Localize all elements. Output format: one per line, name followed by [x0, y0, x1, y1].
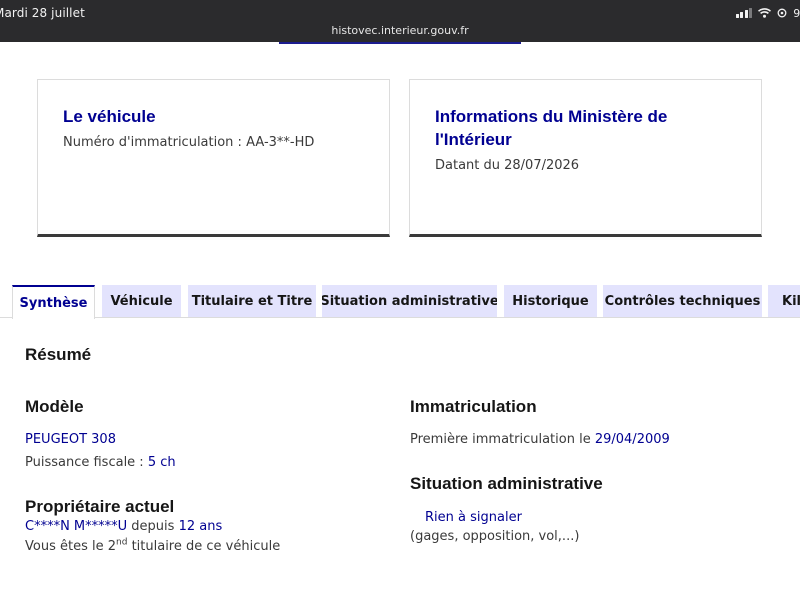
owner-rank-prefix: Vous êtes le [25, 539, 108, 554]
status-time: 9: [793, 6, 800, 20]
ministry-card-title: Informations du Ministère de l'Intérieur [435, 107, 668, 149]
first-registration: Première immatriculation le 29/04/2009 [410, 432, 670, 447]
first-registration-label: Première immatriculation le [410, 432, 595, 447]
address-bar-url[interactable]: histovec.interieur.gouv.fr [0, 24, 800, 37]
tab-controles-techniques[interactable]: Contrôles techniques [603, 285, 762, 317]
fiscal-power-value: 5 ch [147, 455, 176, 470]
owner-rank-number: 2 [107, 539, 117, 554]
tab-vehicule[interactable]: Véhicule [102, 285, 181, 317]
plate-label: Numéro d'immatriculation : [63, 135, 247, 150]
situation-details: (gages, opposition, vol,...) [410, 529, 580, 544]
tab-kilometrage[interactable]: Kilo [768, 285, 800, 317]
tab-titulaire-et-titre[interactable]: Titulaire et Titre [188, 285, 316, 317]
tab-historique[interactable]: Historique [504, 285, 597, 317]
cellular-signal-icon [735, 8, 753, 18]
vehicle-card: Le véhicule Numéro d'immatriculation : A… [37, 79, 390, 237]
model-name: PEUGEOT 308 [25, 432, 116, 447]
summary-title: Résumé [25, 345, 92, 364]
vehicle-card-title: Le véhicule [63, 107, 156, 126]
owner-rank-sup: nd [116, 537, 128, 548]
location-icon [777, 8, 787, 18]
owner-rank-suffix: titulaire de ce véhicule [127, 539, 281, 554]
status-icons: 9: [735, 6, 800, 20]
tab-situation-administrative[interactable]: Situation administrative [322, 285, 497, 317]
ministry-date: Datant du 28/07/2026 [435, 158, 580, 173]
first-registration-date: 29/04/2009 [594, 432, 670, 447]
ministry-card: Informations du Ministère de l'Intérieur… [409, 79, 762, 237]
tab-synthese[interactable]: Synthèse [12, 285, 95, 319]
plate-value: AA-3**-HD [246, 135, 315, 150]
owner-name: C****N M*****U [25, 519, 128, 534]
owner-rank: Vous êtes le 2nd titulaire de ce véhicul… [25, 537, 281, 554]
owner-heading: Propriétaire actuel [25, 497, 175, 516]
modele-heading: Modèle [25, 397, 84, 416]
situation-status: Rien à signaler [425, 510, 522, 525]
page-load-progress [279, 42, 521, 44]
situation-heading: Situation administrative [410, 474, 603, 493]
fiscal-power: Puissance fiscale : 5 ch [25, 455, 176, 470]
status-bar: Mardi 28 juillet histovec.interieur.gouv… [0, 0, 800, 42]
owner-since-value: 12 ans [178, 519, 223, 534]
fiscal-power-label: Puissance fiscale : [25, 455, 148, 470]
plate-number: Numéro d'immatriculation : AA-3**-HD [63, 135, 314, 150]
owner-line: C****N M*****U depuis 12 ans [25, 519, 222, 534]
wifi-icon [758, 8, 772, 18]
status-date: Mardi 28 juillet [0, 6, 85, 20]
immatriculation-heading: Immatriculation [410, 397, 537, 416]
owner-since-label: depuis [127, 519, 179, 534]
